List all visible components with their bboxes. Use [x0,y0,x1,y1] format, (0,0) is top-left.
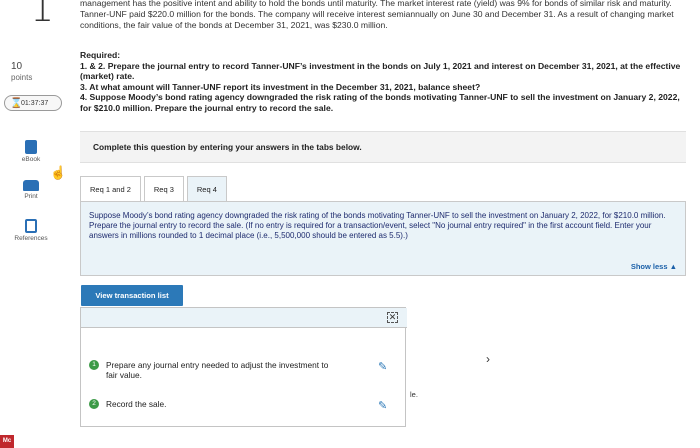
req-3-text: 3. At what amount will Tanner-UNF report… [80,81,481,92]
points-label: points [11,73,33,82]
pencil-icon[interactable]: ✎ [378,399,387,412]
partial-text: le. [410,390,418,399]
references-icon [25,219,37,233]
transaction-list-popup: ✕ 1 Prepare any journal entry needed to … [80,307,407,427]
requirements: Required: 1. & 2. Prepare the journal en… [80,50,692,114]
required-title: Required: [80,50,121,60]
ebook-icon [25,140,37,154]
tab-req-4[interactable]: Req 4 [186,176,227,202]
pencil-icon[interactable]: ✎ [378,360,387,373]
step-text: Record the sale. [106,399,167,409]
problem-intro: management has the positive intent and a… [80,0,674,30]
list-item: 1 Prepare any journal entry needed to ad… [89,360,329,380]
sidebar-item-print[interactable]: Print [0,180,62,200]
sidebar-item-label: References [14,235,48,242]
sidebar-item-ebook[interactable]: eBook [0,140,62,163]
step-number: 1 [89,360,99,370]
sidebar-item-label: Print [24,193,38,200]
print-icon [23,180,39,191]
timer[interactable]: ⌛ 01:37:37 [4,95,62,111]
req-1-2-text: 1. & 2. Prepare the journal entry to rec… [80,60,681,82]
step-number: 2 [89,399,99,409]
question-number: 1 [30,0,55,30]
show-less-link[interactable]: Show less ▲ [631,262,677,271]
instruction-banner: Complete this question by entering your … [80,131,686,163]
tab-panel: Suppose Moody’s bond rating agency downg… [80,201,686,276]
hand-cursor-icon: ☝ [50,165,67,180]
tab-req-1-2[interactable]: Req 1 and 2 [80,176,141,202]
tab-req-3[interactable]: Req 3 [143,176,184,202]
chevron-right-icon[interactable]: › [486,352,490,366]
hourglass-icon: ⌛ [10,97,23,109]
points-value: 10 [11,61,23,72]
instruction-text: Complete this question by entering your … [93,142,362,152]
left-rail: 1 10 points ⌛ 01:37:37 eBook Print Refer… [0,0,62,448]
popup-header: ✕ [81,308,407,328]
requirement-tabs: Req 1 and 2 Req 3 Req 4 [80,176,230,202]
tab-panel-description: Suppose Moody’s bond rating agency downg… [89,211,666,240]
timer-value: 01:37:37 [21,99,49,107]
close-icon[interactable]: ✕ [387,312,398,323]
req-4-text: 4. Suppose Moody’s bond rating agency do… [80,92,680,113]
sidebar-item-references[interactable]: References [0,219,62,242]
sidebar-item-label: eBook [21,156,41,163]
step-text: Prepare any journal entry needed to adju… [106,360,329,380]
brand-badge: Mc [0,435,14,448]
view-transaction-list-button[interactable]: View transaction list [81,285,183,306]
list-item: 2 Record the sale. [89,399,329,409]
